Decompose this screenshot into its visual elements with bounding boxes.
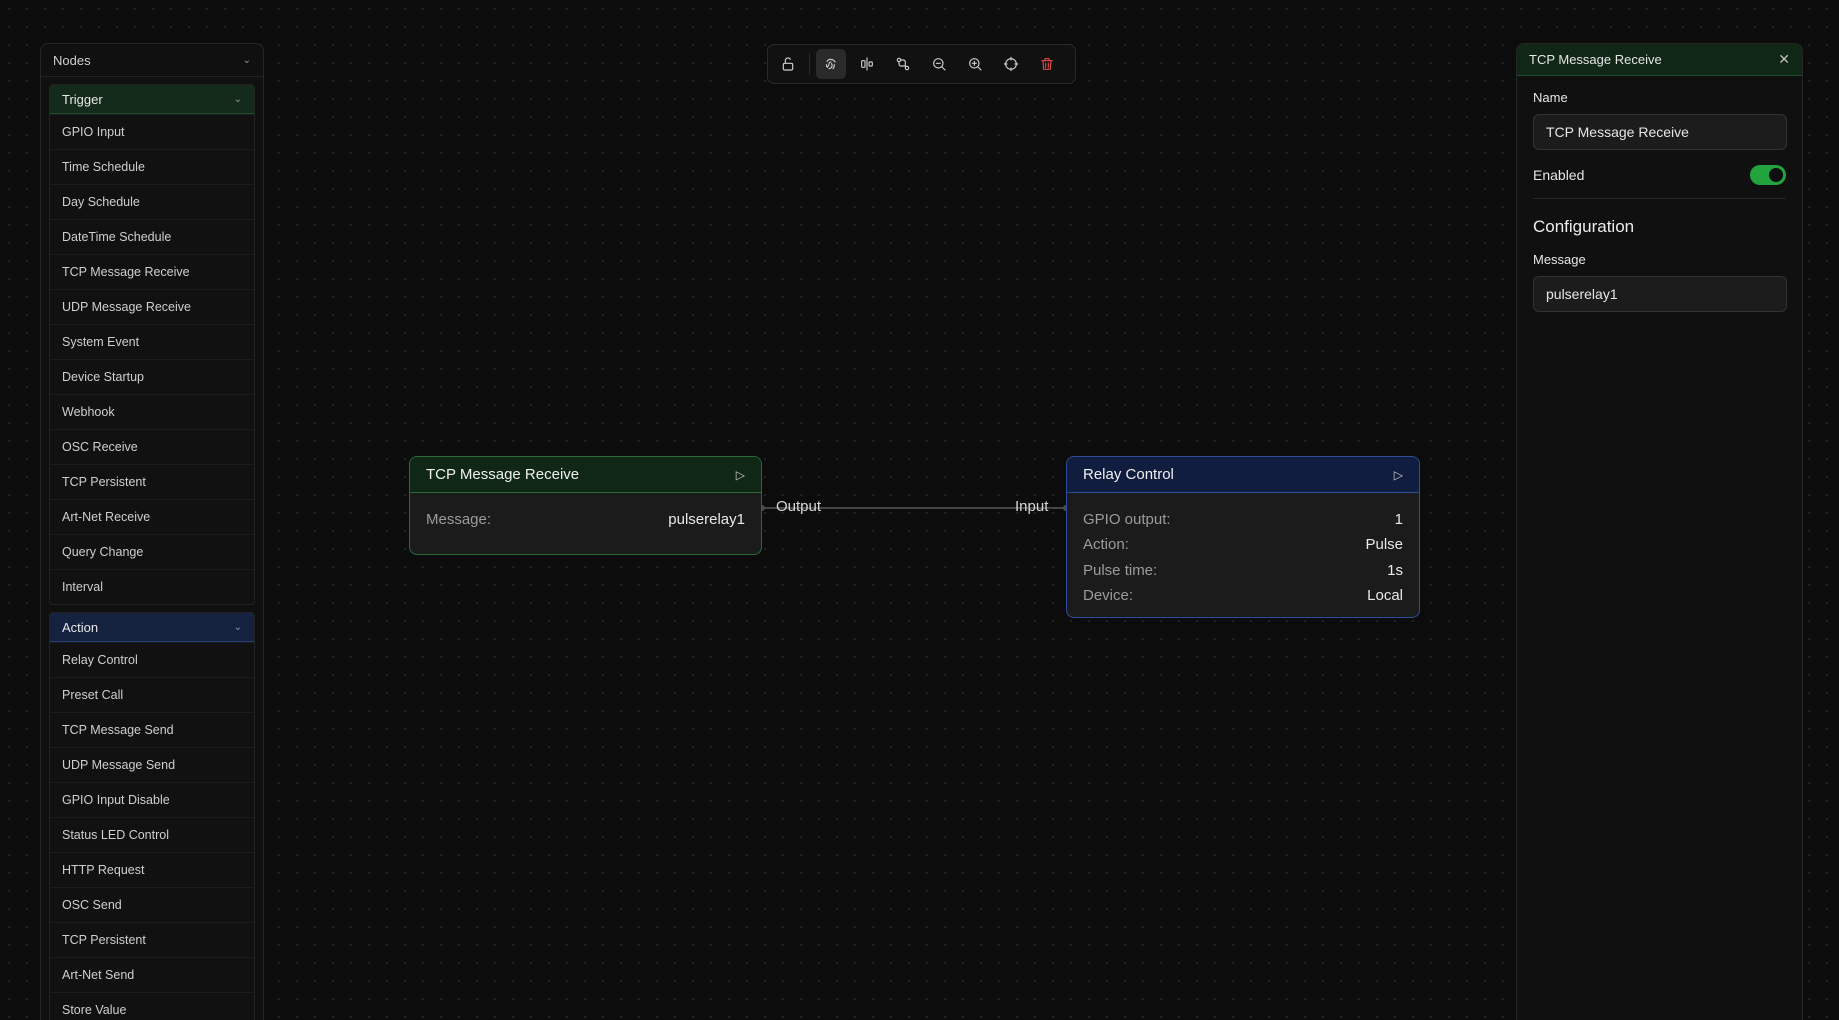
output-port-label: Output — [776, 498, 822, 515]
node-title: TCP Message Receive — [426, 466, 580, 483]
node-row-value: 1s — [1387, 561, 1403, 579]
node-row-message: Message: pulserelay1 — [426, 507, 745, 532]
name-input[interactable] — [1533, 114, 1787, 150]
node-row-pulse-time: Pulse time: 1s — [1083, 558, 1403, 583]
node-body: GPIO output: 1 Action: Pulse Pulse time:… — [1067, 493, 1419, 608]
enabled-label: Enabled — [1533, 167, 1585, 183]
node-row-key: GPIO output: — [1083, 511, 1171, 529]
node-row-value: pulserelay1 — [668, 511, 745, 528]
enabled-row: Enabled — [1533, 164, 1786, 186]
node-row-gpio-output: GPIO output: 1 — [1083, 507, 1403, 532]
play-icon[interactable]: ▷ — [736, 468, 745, 482]
node-tcp-message-receive[interactable]: TCP Message Receive ▷ Message: pulserela… — [409, 456, 762, 555]
close-icon[interactable]: ✕ — [1778, 51, 1790, 68]
node-header[interactable]: Relay Control ▷ — [1067, 457, 1419, 493]
node-row-device: Device: Local — [1083, 583, 1403, 608]
node-row-key: Pulse time: — [1083, 561, 1158, 579]
node-row-key: Message: — [426, 511, 492, 528]
toggle-knob — [1769, 168, 1783, 182]
node-body: Message: pulserelay1 — [410, 493, 761, 532]
input-port-label: Input — [1015, 498, 1049, 515]
node-row-action: Action: Pulse — [1083, 532, 1403, 557]
panel-body: Name Enabled Configuration Message — [1517, 76, 1802, 326]
node-relay-control[interactable]: Relay Control ▷ GPIO output: 1 Action: P… — [1066, 456, 1420, 618]
node-row-value: Local — [1367, 587, 1403, 605]
node-row-value: 1 — [1394, 511, 1403, 529]
node-header[interactable]: TCP Message Receive ▷ — [410, 457, 761, 493]
properties-panel: TCP Message Receive ✕ Name Enabled Confi… — [1516, 43, 1803, 1020]
panel-header: TCP Message Receive ✕ — [1517, 44, 1802, 76]
name-label: Name — [1533, 90, 1568, 105]
play-icon[interactable]: ▷ — [1394, 468, 1403, 482]
message-input[interactable] — [1533, 276, 1787, 312]
message-label: Message — [1533, 252, 1586, 267]
node-row-value: Pulse — [1365, 536, 1403, 554]
node-row-key: Action: — [1083, 536, 1129, 554]
panel-divider — [1533, 198, 1786, 199]
node-row-key: Device: — [1083, 587, 1134, 605]
panel-title: TCP Message Receive — [1529, 52, 1662, 67]
enabled-toggle[interactable] — [1750, 165, 1786, 185]
configuration-title: Configuration — [1533, 217, 1635, 236]
node-title: Relay Control — [1083, 466, 1174, 483]
